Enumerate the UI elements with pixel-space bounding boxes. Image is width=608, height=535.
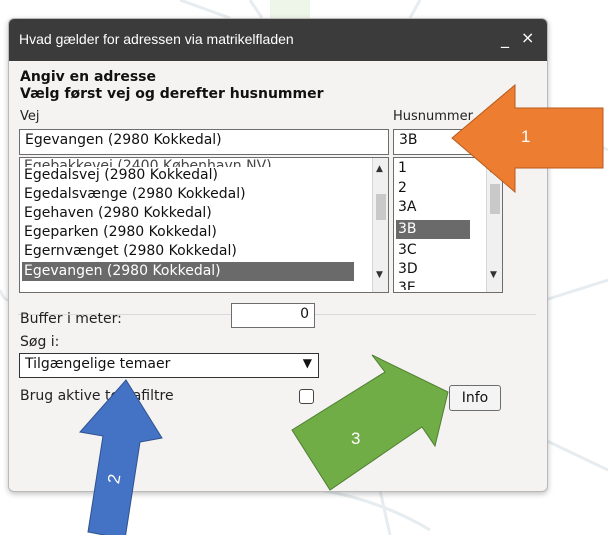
list-item[interactable]: 2 [396,180,407,196]
heading-line-2: Vælg først vej og derefter husnummer [20,86,324,102]
dialog-title: Hvad gælder for adressen via matrikelfla… [19,31,294,47]
close-icon[interactable]: × [521,28,534,47]
buffer-label: Buffer i meter: [20,311,122,327]
road-input[interactable]: Egevangen (2980 Kokkedal) [19,129,389,155]
scroll-thumb[interactable] [490,184,500,214]
buffer-input[interactable]: 0 [231,303,315,328]
info-button[interactable]: Info [449,385,501,411]
list-item[interactable]: 1 [396,160,407,176]
address-dialog: Hvad gælder for adressen via matrikelfla… [8,18,548,492]
list-item[interactable]: 3D [396,261,418,277]
list-item[interactable]: Egernvænget (2980 Kokkedal) [22,243,237,259]
list-item[interactable]: Egehaven (2980 Kokkedal) [22,205,212,221]
options-section [18,314,536,443]
chevron-down-icon: ▼ [302,356,312,370]
minimize-icon[interactable]: _ [501,29,509,48]
list-item[interactable]: Egebakkevej (2400 København NV) [22,158,272,167]
list-item[interactable]: 3E [396,280,416,290]
list-item-selected[interactable]: Egevangen (2980 Kokkedal) [22,262,354,281]
annotation-label-1: 1 [521,127,531,146]
dialog-titlebar: Hvad gælder for adressen via matrikelfla… [9,19,547,61]
scroll-thumb[interactable] [376,194,386,220]
list-item[interactable]: Egeparken (2980 Kokkedal) [22,224,217,240]
road-scrollbar[interactable]: ▲ ▼ [372,158,388,292]
theme-select-value: Tilgængelige temaer [25,356,171,372]
scroll-up-icon[interactable]: ▲ [376,164,383,174]
annotation-label-3: 3 [351,429,361,448]
scroll-down-icon[interactable]: ▼ [490,270,497,280]
list-item[interactable]: 3C [396,242,417,258]
road-listbox[interactable]: Egebakkevej (2400 København NV) Egedalsv… [19,157,389,293]
list-item[interactable]: 3A [396,199,416,215]
list-item-selected[interactable]: 3B [396,220,470,239]
list-item[interactable]: Egedalsvej (2980 Kokkedal) [22,167,218,183]
housenumber-listbox[interactable]: 1 2 3A 3B 3C 3D 3E ▲ ▼ [393,157,503,293]
form-heading: Angiv en adresse Vælg først vej og deref… [20,69,324,103]
filter-checkbox[interactable] [299,389,314,404]
scroll-up-icon[interactable]: ▲ [490,164,497,174]
search-label: Søg i: [20,334,60,350]
housenumber-scrollbar[interactable]: ▲ ▼ [486,158,502,292]
road-label: Vej [20,109,40,124]
housenumber-label: Husnummer [393,109,473,124]
filter-label: Brug aktive temafiltre [20,388,174,404]
housenumber-input[interactable]: 3B [393,129,503,155]
heading-line-1: Angiv en adresse [20,69,156,85]
scroll-down-icon[interactable]: ▼ [376,270,383,280]
theme-select[interactable]: Tilgængelige temaer ▼ [19,353,319,378]
list-item[interactable]: Egedalsvænge (2980 Kokkedal) [22,186,246,202]
